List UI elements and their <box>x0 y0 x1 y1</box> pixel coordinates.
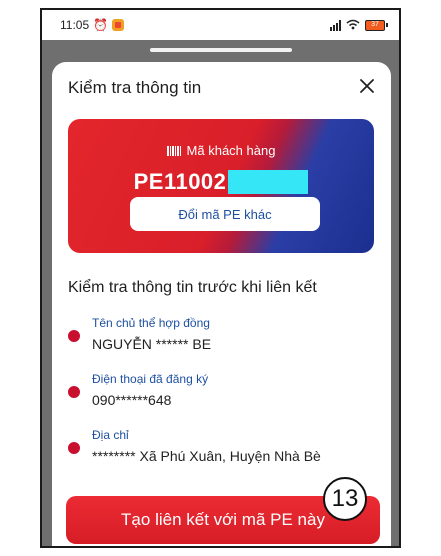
customer-code-row: PE11002 <box>68 169 374 195</box>
alarm-icon: ⏰ <box>93 18 109 32</box>
info-item-contract-holder: Tên chủ thể hợp đồng NGUYỄN ****** BE <box>68 316 378 356</box>
info-label: Địa chỉ <box>92 428 129 442</box>
close-icon <box>360 79 374 93</box>
phone-frame: 11:05 ⏰ 37 Kiểm tra thông tin Mã khách h… <box>40 8 401 548</box>
wifi-icon <box>346 19 360 31</box>
close-button[interactable] <box>353 72 381 100</box>
barcode-icon <box>166 145 181 156</box>
status-time: 11:05 <box>60 18 90 32</box>
info-label: Điện thoại đã đăng ký <box>92 372 209 386</box>
bullet-dot <box>68 330 80 342</box>
info-value: 090******648 <box>92 392 172 408</box>
customer-code-label-row: Mã khách hàng <box>68 143 374 158</box>
sheet-title: Kiểm tra thông tin <box>68 78 202 97</box>
status-bar: 11:05 ⏰ 37 <box>42 10 399 40</box>
info-label: Tên chủ thể hợp đồng <box>92 316 210 330</box>
signal-icon <box>330 19 341 31</box>
bullet-dot <box>68 386 80 398</box>
bullet-dot <box>68 442 80 454</box>
info-value: NGUYỄN ****** BE <box>92 336 212 352</box>
redaction-mask <box>228 170 309 194</box>
info-item-phone: Điện thoại đã đăng ký 090******648 <box>68 372 378 412</box>
customer-code-card: Mã khách hàng PE11002 Đổi mã PE khác <box>68 119 374 253</box>
info-check-sheet: Kiểm tra thông tin Mã khách hàng PE11002… <box>52 62 391 546</box>
info-value: ******** Xã Phú Xuân, Huyện Nhà Bè <box>92 448 321 464</box>
customer-code-label: Mã khách hàng <box>186 143 276 158</box>
step-number-badge: 13 <box>323 477 367 521</box>
app-notification-icon <box>112 19 125 31</box>
change-pe-code-button[interactable]: Đổi mã PE khác <box>130 197 320 231</box>
customer-code: PE11002 <box>133 169 227 194</box>
info-item-address: Địa chỉ ******** Xã Phú Xuân, Huyện Nhà … <box>68 428 378 468</box>
battery-icon: 37 <box>365 19 388 31</box>
verify-heading: Kiểm tra thông tin trước khi liên kết <box>68 279 317 296</box>
sheet-grabber[interactable] <box>149 48 292 52</box>
